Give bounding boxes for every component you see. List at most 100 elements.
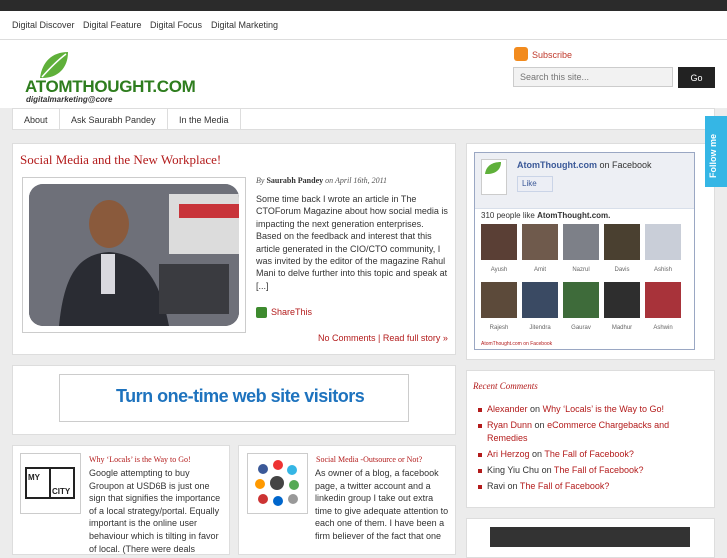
comment-author: Ravi — [487, 480, 506, 491]
fan-name: Jitendra — [529, 325, 551, 331]
speaker-photo — [29, 184, 239, 326]
facebook-like-box: AtomThought.com on Facebook Like 310 peo… — [474, 152, 695, 350]
my-city-thumbnail[interactable]: MY CITY — [20, 453, 81, 514]
main-nav: About Ask Saurabh Pandey In the Media — [12, 108, 715, 130]
fan-avatar[interactable] — [604, 282, 640, 318]
post-excerpt-locals-top: Google attempting to buy Groupon at USD6… — [89, 467, 223, 555]
post-excerpt-locals: Google attempting to buy Groupon at USD6… — [89, 468, 221, 554]
post-date: April 16th, 2011 — [334, 176, 388, 185]
ad-banner[interactable]: Turn one-time web site visitors — [59, 374, 409, 422]
top-bar — [0, 0, 727, 11]
facebook-like-count: 310 people like AtomThought.com. — [481, 211, 610, 220]
nav-in-the-media[interactable]: In the Media — [179, 115, 229, 125]
top-nav-digital-discover[interactable]: Digital Discover — [12, 20, 75, 30]
recent-comments-list: Alexander on Why ‘Locals’ is the Way to … — [478, 403, 710, 496]
atom-logo-icon — [481, 159, 507, 195]
fan-avatar[interactable] — [604, 224, 640, 260]
post-links: No Comments | Read full story » — [318, 333, 448, 343]
leaf-logo-icon — [40, 52, 68, 78]
read-full-story-link[interactable]: Read full story » — [383, 333, 448, 343]
facebook-header: AtomThought.com on Facebook Like — [475, 153, 694, 209]
fan-avatar[interactable] — [563, 282, 599, 318]
top-nav-digital-feature[interactable]: Digital Feature — [83, 20, 142, 30]
comment-on: on — [530, 404, 541, 414]
top-nav-digital-marketing[interactable]: Digital Marketing — [211, 20, 278, 30]
nav-divider — [167, 109, 168, 129]
recent-comment-item: King Yiu Chu on The Fall of Facebook? — [478, 464, 710, 477]
fan-avatar[interactable] — [645, 224, 681, 260]
fan-name: Amit — [534, 267, 546, 273]
nav-ask-saurabh-pandey[interactable]: Ask Saurabh Pandey — [71, 115, 156, 125]
fan-avatar[interactable] — [522, 282, 558, 318]
site-logo-text[interactable]: ATOMTHOUGHT.COM — [25, 77, 196, 97]
fan-avatar[interactable] — [481, 282, 517, 318]
nav-about[interactable]: About — [24, 115, 48, 125]
nav-divider — [240, 109, 241, 129]
fan-avatar[interactable] — [522, 224, 558, 260]
post-title-locals[interactable]: Why ‘Locals’ is the Way to Go! — [89, 455, 191, 464]
post-excerpt: Some time back I wrote an article in The… — [256, 194, 448, 291]
fan-avatar[interactable] — [645, 282, 681, 318]
post-title-outsource[interactable]: Social Media -Outsource or Not? — [316, 455, 422, 464]
post-byline: By Saurabh Pandey on April 16th, 2011 — [256, 176, 387, 185]
comment-post-link[interactable]: The Fall of Facebook? — [520, 481, 610, 491]
rss-icon — [514, 47, 528, 61]
comments-link[interactable]: No Comments — [318, 333, 376, 343]
on-facebook-label: on Facebook — [599, 160, 652, 170]
follow-me-label: Follow me — [708, 133, 718, 178]
like-count-text: 310 people like — [481, 211, 535, 220]
fan-name: Ayush — [490, 267, 508, 273]
comment-on: on — [507, 480, 518, 491]
comment-author[interactable]: Alexander — [487, 404, 528, 414]
featured-post-title[interactable]: Social Media and the New Workplace! — [20, 152, 221, 168]
comment-post-link[interactable]: Why ‘Locals’ is the Way to Go! — [543, 404, 664, 414]
share-icon — [256, 307, 267, 319]
top-nav-digital-focus[interactable]: Digital Focus — [150, 20, 202, 30]
fan-name: Gaurav — [571, 325, 591, 331]
social-icons-thumbnail[interactable] — [247, 453, 308, 514]
facebook-like-button[interactable]: Like — [517, 176, 553, 192]
recent-comment-item: Ari Herzog on The Fall of Facebook? — [478, 448, 710, 461]
featured-post-image[interactable] — [22, 177, 246, 333]
search-input[interactable] — [513, 67, 673, 87]
subscribe-label: Subscribe — [532, 50, 573, 60]
post-excerpt-outsource: As owner of a blog, a facebook page, a t… — [315, 468, 449, 541]
comment-post-link[interactable]: The Fall of Facebook? — [544, 449, 634, 459]
comment-post-link[interactable]: The Fall of Facebook? — [554, 465, 644, 475]
byline-on: on — [325, 176, 334, 185]
byline-prefix: By — [256, 176, 265, 185]
sharethis-label: ShareThis — [271, 307, 313, 317]
fan-name: Rajesh — [489, 325, 509, 331]
site-tagline: digitalmarketing@core — [26, 95, 113, 104]
facebook-footer-link[interactable]: AtomThought.com on Facebook — [481, 341, 552, 347]
fan-name: Madhur — [611, 325, 633, 331]
facebook-page-name[interactable]: AtomThought.com on Facebook — [517, 160, 652, 170]
recent-comment-item: Ravi on The Fall of Facebook? — [478, 480, 710, 493]
fan-name: Davis — [614, 267, 630, 273]
recent-comment-item: Alexander on Why ‘Locals’ is the Way to … — [478, 403, 710, 416]
recent-comment-item: Ryan Dunn on eCommerce Chargebacks and R… — [478, 419, 710, 444]
comment-author[interactable]: Ryan Dunn — [487, 420, 532, 430]
svg-text:CITY: CITY — [52, 487, 71, 496]
comment-on: on — [534, 420, 545, 431]
fan-avatar[interactable] — [481, 224, 517, 260]
sidebar-dark-block — [490, 527, 690, 547]
comment-author[interactable]: Ari Herzog — [487, 449, 530, 459]
post-author[interactable]: Saurabh Pandey — [266, 176, 323, 185]
nav-divider — [59, 109, 60, 129]
top-nav: Digital Discover Digital Feature Digital… — [0, 11, 727, 40]
sharethis-button[interactable]: ShareThis — [256, 307, 313, 319]
comment-on: on — [532, 448, 543, 459]
banner-text: Turn one-time web site visitors — [116, 386, 365, 406]
comment-author: King Yiu Chu — [487, 464, 540, 475]
search-go-button[interactable]: Go — [678, 67, 715, 88]
fan-name: Ashish — [653, 267, 672, 273]
comment-on: on — [541, 464, 552, 475]
follow-me-tab[interactable]: Follow me — [705, 116, 727, 187]
recent-comments-title: Recent Comments — [473, 381, 538, 391]
like-count-page: AtomThought.com. — [537, 211, 611, 220]
fan-name: Ashwin — [653, 325, 673, 331]
fan-name: Nazrul — [572, 267, 590, 273]
facebook-page-link[interactable]: AtomThought.com — [517, 160, 597, 170]
fan-avatar[interactable] — [563, 224, 599, 260]
